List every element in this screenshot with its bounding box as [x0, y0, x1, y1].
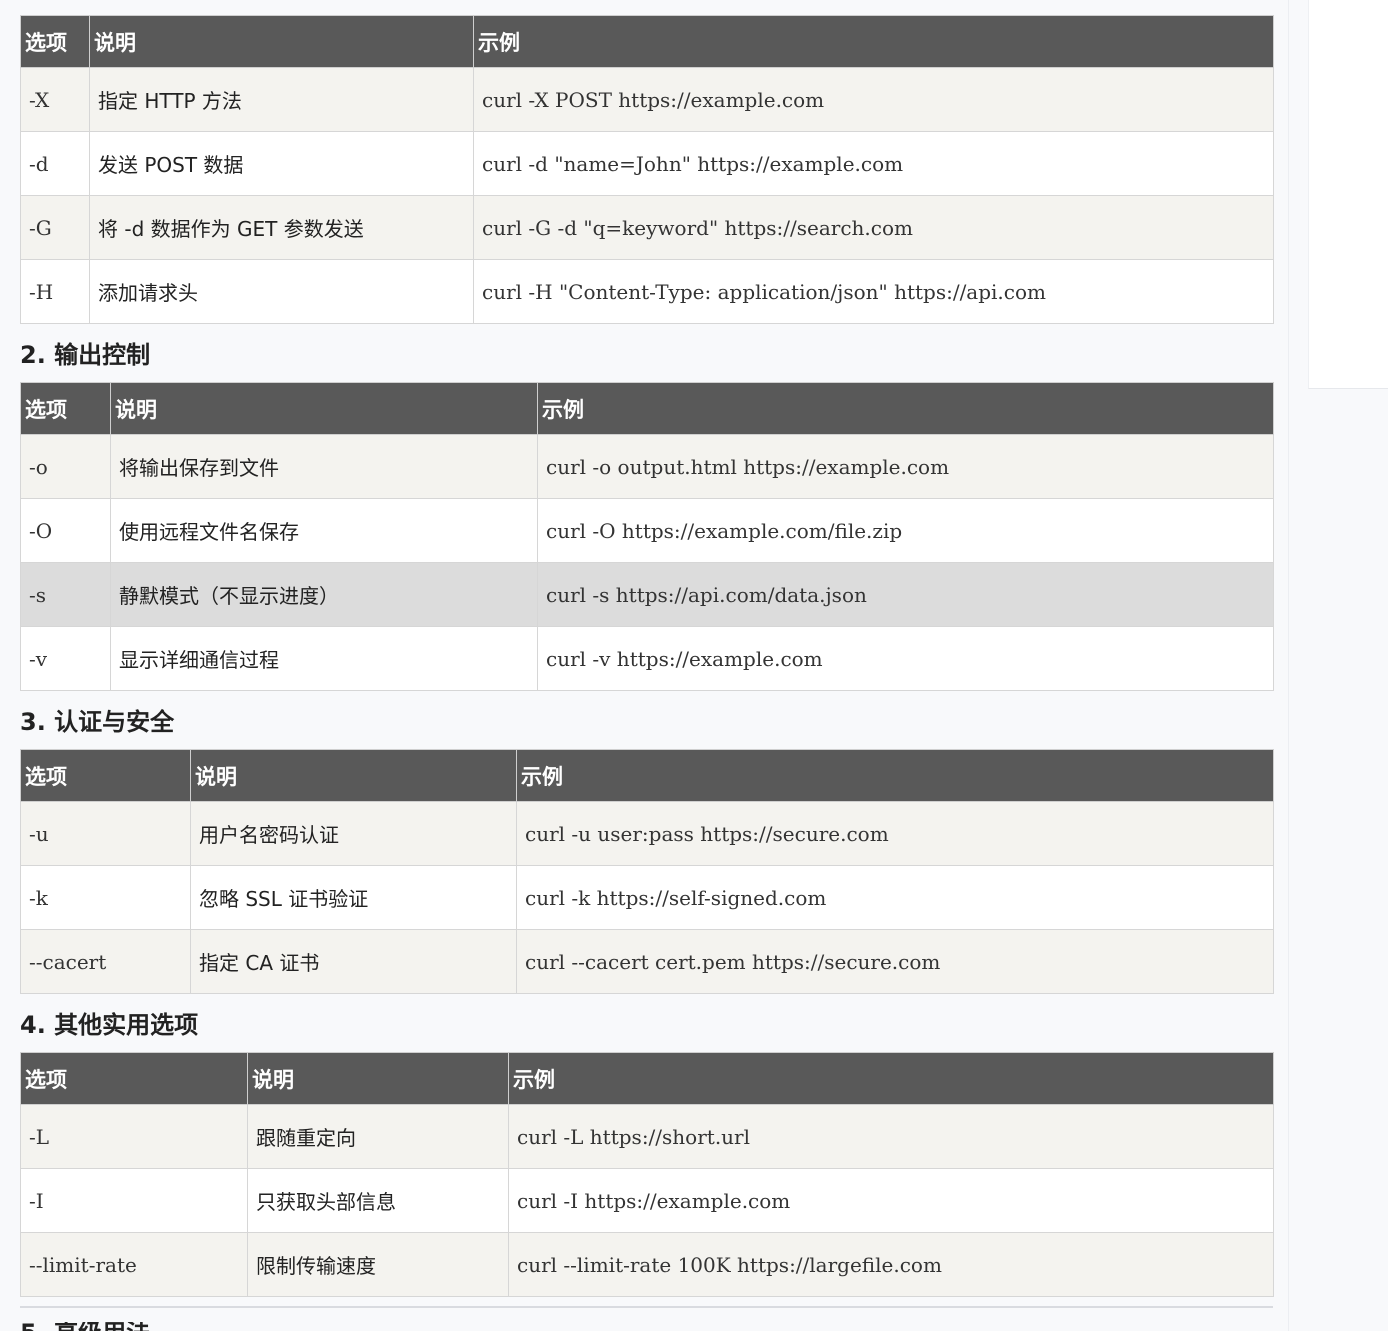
example-cell: curl -u user:pass https://secure.com — [516, 801, 1274, 866]
option-cell: -H — [20, 259, 90, 324]
desc-cell: 使用远程文件名保存 — [110, 498, 538, 563]
table-row: -X 指定 HTTP 方法 curl -X POST https://examp… — [20, 67, 1274, 132]
option-cell: -u — [20, 801, 191, 866]
section-title-auth: 3. 认证与安全 — [20, 708, 175, 736]
example-cell: curl -X POST https://example.com — [473, 67, 1274, 132]
example-cell: curl --cacert cert.pem https://secure.co… — [516, 929, 1274, 994]
header-option: 选项 — [20, 382, 111, 435]
example-cell: curl -G -d "q=keyword" https://search.co… — [473, 195, 1274, 260]
table-http-options: 选项 说明 示例 -X 指定 HTTP 方法 curl -X POST http… — [20, 15, 1274, 324]
option-cell: -O — [20, 498, 111, 563]
example-cell: curl -o output.html https://example.com — [537, 434, 1274, 499]
section-title-other: 4. 其他实用选项 — [20, 1011, 199, 1039]
next-section-title: 5. 高级用法 — [20, 1322, 240, 1331]
header-example: 示例 — [473, 15, 1274, 68]
table-row: -G 将 -d 数据作为 GET 参数发送 curl -G -d "q=keyw… — [20, 195, 1274, 260]
option-cell: -L — [20, 1104, 248, 1169]
table-row: -v 显示详细通信过程 curl -v https://example.com — [20, 626, 1274, 691]
example-cell: curl -v https://example.com — [537, 626, 1274, 691]
desc-cell: 跟随重定向 — [247, 1104, 509, 1169]
table-row: -O 使用远程文件名保存 curl -O https://example.com… — [20, 498, 1274, 563]
table-other-options: 选项 说明 示例 -L 跟随重定向 curl -L https://short.… — [20, 1052, 1274, 1297]
table-row: --limit-rate 限制传输速度 curl --limit-rate 10… — [20, 1232, 1274, 1297]
table-output-options: 选项 说明 示例 -o 将输出保存到文件 curl -o output.html… — [20, 382, 1274, 691]
example-cell: curl -k https://self-signed.com — [516, 865, 1274, 930]
example-cell: curl -s https://api.com/data.json — [537, 562, 1274, 627]
desc-cell: 指定 HTTP 方法 — [89, 67, 474, 132]
header-option: 选项 — [20, 1052, 248, 1105]
example-cell: curl -L https://short.url — [508, 1104, 1274, 1169]
header-example: 示例 — [516, 749, 1274, 802]
desc-cell: 将 -d 数据作为 GET 参数发送 — [89, 195, 474, 260]
example-cell: curl -d "name=John" https://example.com — [473, 131, 1274, 196]
table-header-row: 选项 说明 示例 — [20, 1052, 1274, 1105]
desc-cell: 发送 POST 数据 — [89, 131, 474, 196]
table-row: -L 跟随重定向 curl -L https://short.url — [20, 1104, 1274, 1169]
desc-cell: 添加请求头 — [89, 259, 474, 324]
header-desc: 说明 — [190, 749, 517, 802]
option-cell: -o — [20, 434, 111, 499]
header-example: 示例 — [508, 1052, 1274, 1105]
table-row: -H 添加请求头 curl -H "Content-Type: applicat… — [20, 259, 1274, 324]
section-divider — [20, 1306, 1273, 1308]
table-row: -u 用户名密码认证 curl -u user:pass https://sec… — [20, 801, 1274, 866]
option-cell: -s — [20, 562, 111, 627]
section-title-output: 2. 输出控制 — [20, 341, 151, 369]
table-header-row: 选项 说明 示例 — [20, 749, 1274, 802]
header-desc: 说明 — [110, 382, 538, 435]
desc-cell: 忽略 SSL 证书验证 — [190, 865, 517, 930]
option-cell: --limit-rate — [20, 1232, 248, 1297]
table-header-row: 选项 说明 示例 — [20, 382, 1274, 435]
desc-cell: 只获取头部信息 — [247, 1168, 509, 1233]
article-content: 选项 说明 示例 -X 指定 HTTP 方法 curl -X POST http… — [0, 0, 1289, 1331]
option-cell: -X — [20, 67, 90, 132]
example-cell: curl -O https://example.com/file.zip — [537, 498, 1274, 563]
header-option: 选项 — [20, 15, 90, 68]
option-cell: -d — [20, 131, 90, 196]
header-example: 示例 — [537, 382, 1274, 435]
desc-cell: 显示详细通信过程 — [110, 626, 538, 691]
header-desc: 说明 — [247, 1052, 509, 1105]
desc-cell: 静默模式（不显示进度） — [110, 562, 538, 627]
option-cell: -G — [20, 195, 90, 260]
example-cell: curl --limit-rate 100K https://largefile… — [508, 1232, 1274, 1297]
sidebar-card — [1308, 0, 1388, 389]
desc-cell: 指定 CA 证书 — [190, 929, 517, 994]
desc-cell: 用户名密码认证 — [190, 801, 517, 866]
option-cell: -v — [20, 626, 111, 691]
desc-cell: 将输出保存到文件 — [110, 434, 538, 499]
header-option: 选项 — [20, 749, 191, 802]
next-section-title-clipped: 5. 高级用法 — [20, 1322, 240, 1331]
table-header-row: 选项 说明 示例 — [20, 15, 1274, 68]
table-row-hovered: -s 静默模式（不显示进度） curl -s https://api.com/d… — [20, 562, 1274, 627]
header-desc: 说明 — [89, 15, 474, 68]
table-row: --cacert 指定 CA 证书 curl --cacert cert.pem… — [20, 929, 1274, 994]
example-cell: curl -I https://example.com — [508, 1168, 1274, 1233]
table-row: -o 将输出保存到文件 curl -o output.html https://… — [20, 434, 1274, 499]
option-cell: -k — [20, 865, 191, 930]
desc-cell: 限制传输速度 — [247, 1232, 509, 1297]
option-cell: -I — [20, 1168, 248, 1233]
example-cell: curl -H "Content-Type: application/json"… — [473, 259, 1274, 324]
table-row: -k 忽略 SSL 证书验证 curl -k https://self-sign… — [20, 865, 1274, 930]
table-row: -d 发送 POST 数据 curl -d "name=John" https:… — [20, 131, 1274, 196]
table-row: -I 只获取头部信息 curl -I https://example.com — [20, 1168, 1274, 1233]
table-auth-options: 选项 说明 示例 -u 用户名密码认证 curl -u user:pass ht… — [20, 749, 1274, 994]
option-cell: --cacert — [20, 929, 191, 994]
